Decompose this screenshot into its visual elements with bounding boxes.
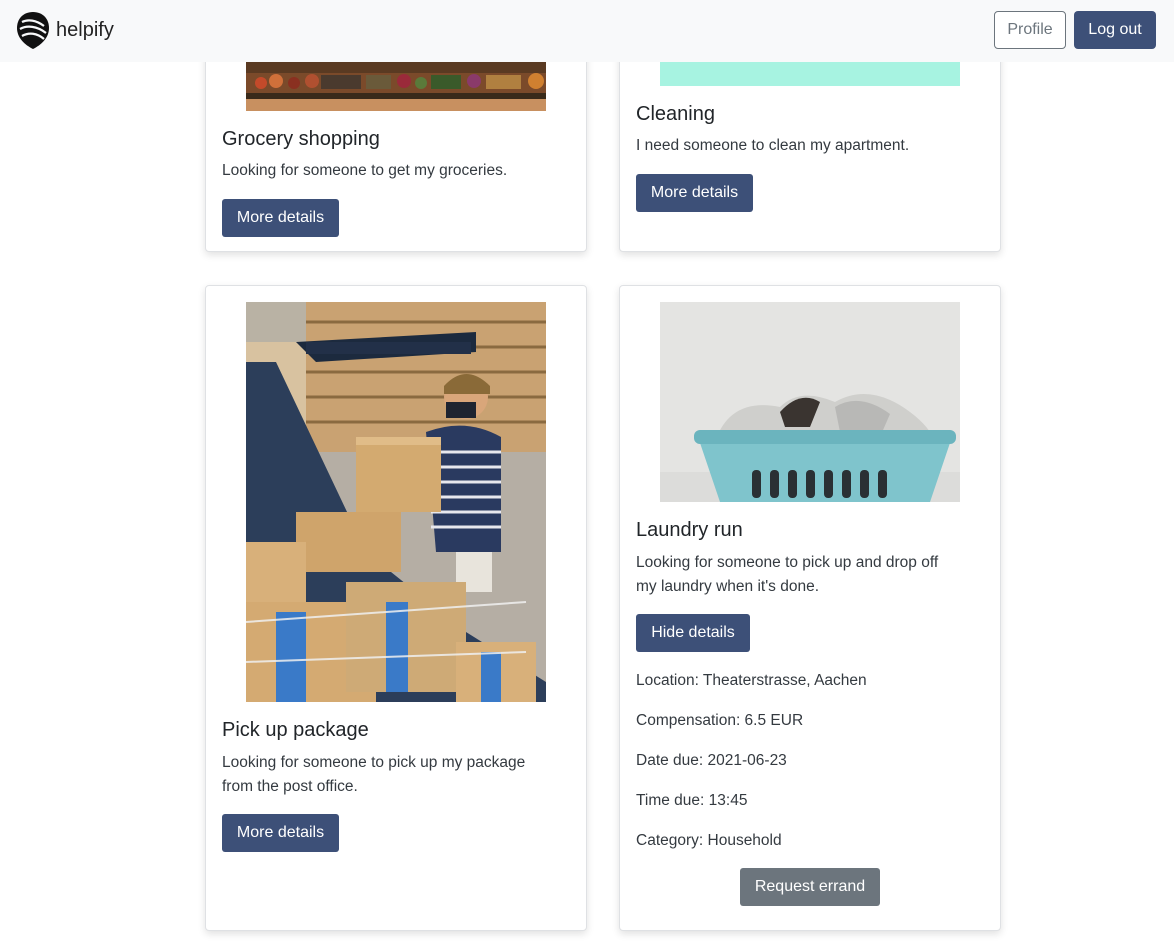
detail-time-due: Time due: 13:45 (636, 792, 748, 809)
more-details-button[interactable]: More details (222, 199, 339, 237)
hide-details-button[interactable]: Hide details (636, 614, 750, 652)
request-errand-button[interactable]: Request errand (740, 868, 880, 906)
detail-location: Location: Theaterstrasse, Aachen (636, 672, 867, 689)
card-description: I need someone to clean my apartment. (636, 137, 910, 154)
more-details-button[interactable]: More details (636, 174, 753, 212)
card-description-line2: from the post office. (222, 778, 358, 795)
card-description: Looking for someone to get my groceries. (222, 162, 508, 179)
errand-card-laundry: Laundry run Looking for someone to pick … (619, 285, 1001, 931)
logout-button[interactable]: Log out (1074, 11, 1156, 49)
card-description-line1: Looking for someone to pick up and drop … (636, 554, 939, 571)
card-title: Grocery shopping (222, 128, 380, 150)
package-image (246, 302, 546, 702)
card-description-line1: Looking for someone to pick up my packag… (222, 754, 526, 771)
navbar: helpify Profile Log out (0, 0, 1174, 62)
card-title: Laundry run (636, 519, 743, 541)
card-title: Cleaning (636, 103, 715, 125)
detail-date-due: Date due: 2021-06-23 (636, 752, 787, 769)
detail-compensation: Compensation: 6.5 EUR (636, 712, 804, 729)
more-details-button[interactable]: More details (222, 814, 339, 852)
brand[interactable]: helpify (16, 10, 114, 50)
profile-button[interactable]: Profile (994, 11, 1066, 49)
errand-card-package: Pick up package Looking for someone to p… (205, 285, 587, 931)
brand-name: helpify (56, 18, 114, 41)
card-description-line2: my laundry when it's done. (636, 578, 820, 595)
helpify-logo-icon (17, 12, 49, 49)
detail-category: Category: Household (636, 832, 782, 849)
card-title: Pick up package (222, 719, 369, 741)
laundry-image (660, 302, 960, 502)
